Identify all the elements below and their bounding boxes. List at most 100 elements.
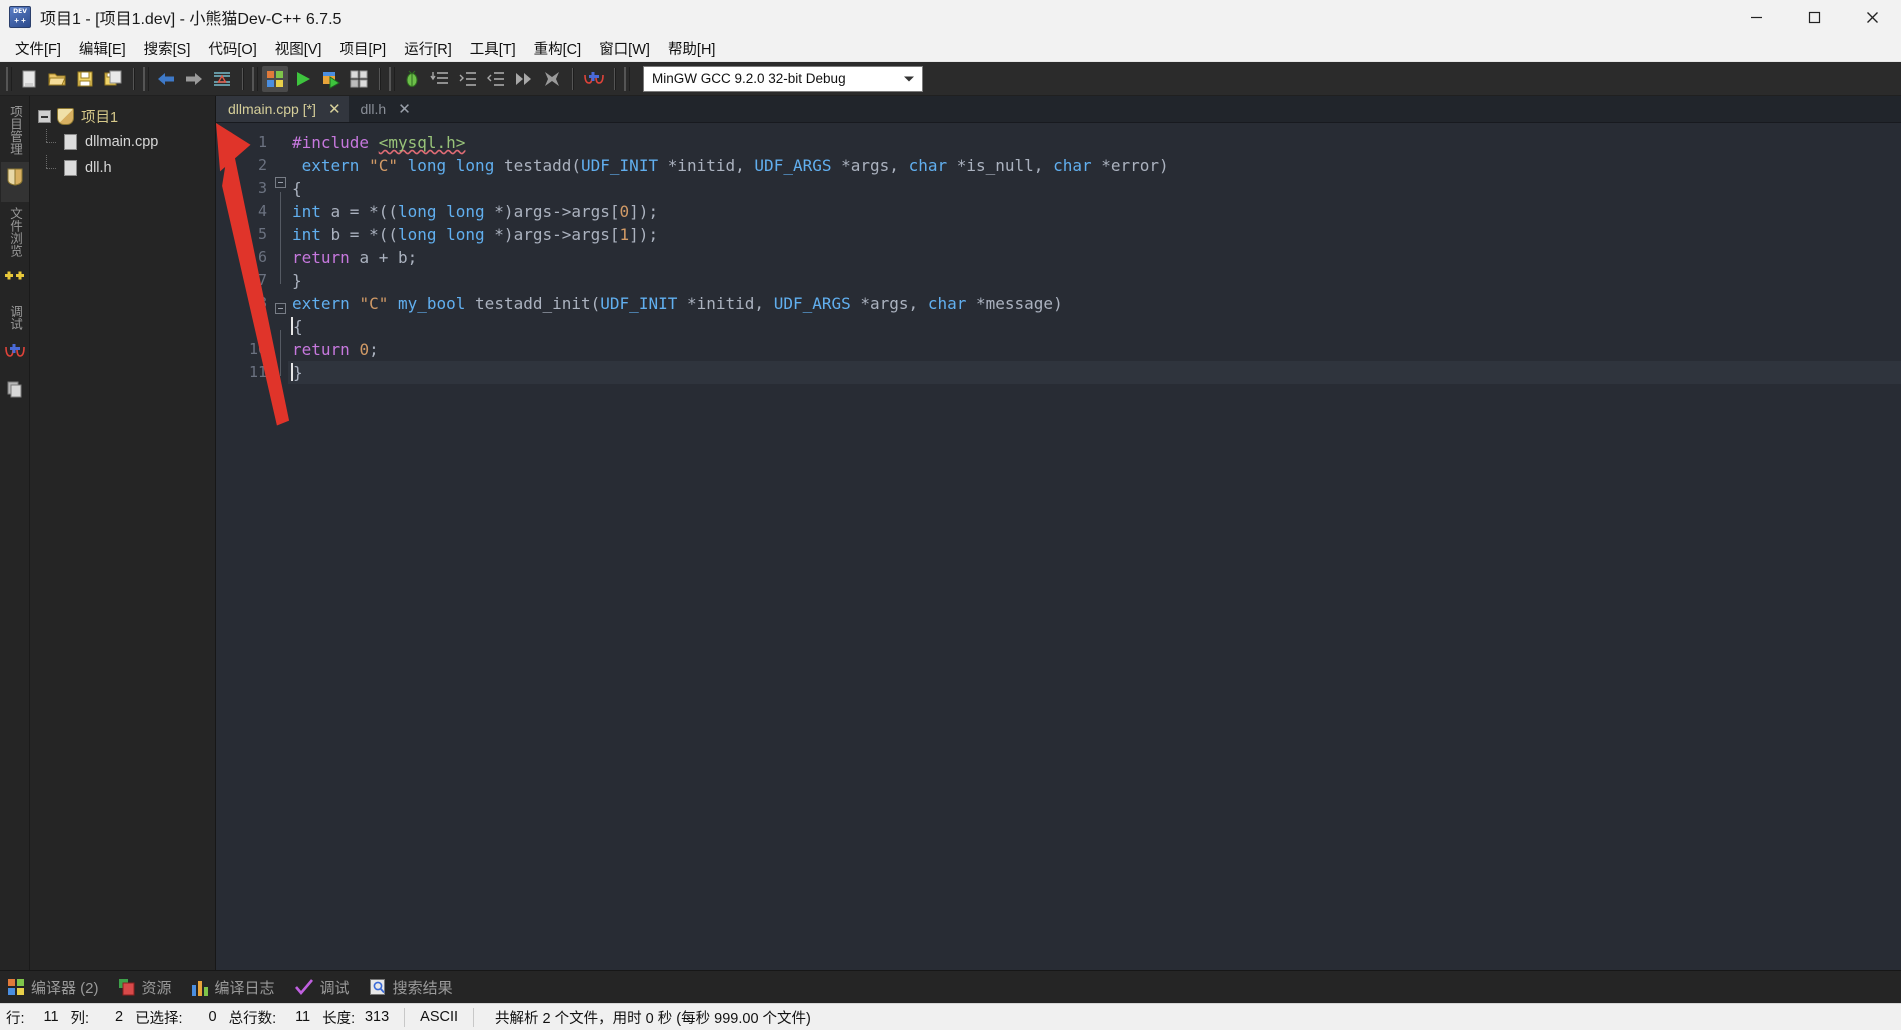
bottom-tab-debug-label: 调试 <box>319 979 350 997</box>
close-icon[interactable]: ✕ <box>328 102 341 117</box>
file-icon <box>64 160 77 176</box>
step-over-button[interactable] <box>427 66 453 92</box>
toolbar-handle-3[interactable] <box>252 66 258 91</box>
line-number: 2 <box>257 156 267 174</box>
compile-log-icon <box>191 979 209 996</box>
menu-help[interactable]: 帮助[H] <box>659 35 725 62</box>
menu-code[interactable]: 代码[O] <box>199 35 265 62</box>
toolbar-handle-2[interactable] <box>143 66 149 91</box>
code-line[interactable]: } <box>288 361 1901 384</box>
line-number: 1 <box>257 133 267 151</box>
vtab-debug[interactable]: 调试 <box>1 300 29 337</box>
code-line[interactable]: int b = *((long long *)args->args[1]); <box>288 223 1901 246</box>
maximize-button[interactable] <box>1785 0 1843 35</box>
continue-fastforward-button[interactable] <box>511 66 537 92</box>
code-line[interactable]: { <box>288 177 1901 200</box>
code-line[interactable]: extern "C" my_bool testadd_init(UDF_INIT… <box>288 292 1901 315</box>
main-body: 项目管理 文件浏览 调试 项目1 dllmain.cpp dll.h dllma… <box>0 96 1901 970</box>
code-line[interactable]: extern "C" long long testadd(UDF_INIT *i… <box>288 154 1901 177</box>
vtab-scratch[interactable] <box>1 375 29 413</box>
menu-view[interactable]: 视图[V] <box>266 35 331 62</box>
fold-toggle-icon[interactable] <box>274 303 286 314</box>
title-bar: 项目1 - [项目1.dev] - 小熊猫Dev-C++ 6.7.5 <box>0 0 1901 35</box>
code-editor[interactable]: 1 2 3 4 5 6 7 8 9 10 11 #include <mysql.h> extern … <box>216 123 1901 970</box>
bottom-tab-resources[interactable]: 资源 <box>118 977 172 998</box>
find-replace-button[interactable] <box>209 66 235 92</box>
save-all-button[interactable] <box>100 66 126 92</box>
status-col-value: 2 <box>114 1009 124 1025</box>
compile-run-button[interactable] <box>318 66 344 92</box>
open-folder-button[interactable] <box>44 66 70 92</box>
menu-search[interactable]: 搜索[S] <box>135 35 200 62</box>
step-out-button[interactable] <box>483 66 509 92</box>
tree-node-dll-h[interactable]: dll.h <box>30 155 215 181</box>
code-line[interactable]: } <box>288 269 1901 292</box>
collapse-icon[interactable] <box>38 109 51 123</box>
status-row-label: 行: <box>6 1010 25 1027</box>
toolbar-separator-1 <box>133 67 135 90</box>
close-icon[interactable]: ✕ <box>398 102 411 117</box>
project-icon <box>5 167 25 192</box>
menu-refactor[interactable]: 重构[C] <box>525 35 591 62</box>
code-text[interactable]: #include <mysql.h> extern "C" long long … <box>288 123 1901 970</box>
minimize-button[interactable] <box>1727 0 1785 35</box>
code-line[interactable]: return 0; <box>288 338 1901 361</box>
code-line[interactable]: #include <mysql.h> <box>288 131 1901 154</box>
tree-node-dllmain-cpp[interactable]: dllmain.cpp <box>30 129 215 155</box>
breakpoint-marker-icon[interactable] <box>220 131 234 144</box>
code-line[interactable]: { <box>288 315 1901 338</box>
compile-button[interactable] <box>262 65 288 92</box>
menu-edit[interactable]: 编辑[E] <box>70 35 135 62</box>
code-token: *initid, <box>667 156 755 175</box>
status-row-value: 11 <box>43 1009 59 1025</box>
menu-window[interactable]: 窗口[W] <box>590 35 659 62</box>
code-token: } <box>292 271 302 290</box>
bottom-tab-compiler-label: 编译器 (2) <box>31 979 99 997</box>
toolbar-separator-5 <box>614 67 616 90</box>
fold-guide-line <box>280 192 281 284</box>
forward-button[interactable] <box>181 66 207 92</box>
toolbar-handle-5[interactable] <box>624 66 630 91</box>
status-divider <box>404 1007 406 1027</box>
run-play-button[interactable] <box>290 66 316 92</box>
vtab-files[interactable]: 文件浏览 <box>1 202 29 264</box>
fold-toggle-icon[interactable] <box>274 177 286 188</box>
code-line[interactable]: int a = *((long long *)args->args[0]); <box>288 200 1901 223</box>
status-length-label: 长度: <box>322 1010 356 1027</box>
menu-file[interactable]: 文件[F] <box>6 35 70 62</box>
status-message: 共解析 2 个文件，用时 0 秒 (每秒 999.00 个文件) <box>495 1010 811 1027</box>
new-file-button[interactable] <box>16 66 42 92</box>
editor-tab-dllmain-cpp[interactable]: dllmain.cpp [*] ✕ <box>216 96 349 122</box>
menu-project[interactable]: 项目[P] <box>330 35 395 62</box>
bottom-tab-compiler[interactable]: 编译器 (2) <box>8 977 99 998</box>
save-button[interactable] <box>72 66 98 92</box>
code-token: *)args->args[ <box>494 225 620 244</box>
bottom-tab-compile-log[interactable]: 编译日志 <box>191 977 275 998</box>
editor-tab-dllmain-cpp-label: dllmain.cpp [*] <box>228 101 316 117</box>
toolbar-handle-4[interactable] <box>389 66 395 91</box>
code-line[interactable]: return a + b; <box>288 246 1901 269</box>
bottom-tab-search-results[interactable]: 搜索结果 <box>369 977 453 998</box>
vtab-project[interactable] <box>0 162 29 202</box>
breakpoint-gutter[interactable] <box>216 123 238 970</box>
vtab-classes[interactable] <box>1 264 29 300</box>
tree-node-project[interactable]: 项目1 <box>30 103 215 129</box>
vtab-project-label-top[interactable]: 项目管理 <box>1 100 29 162</box>
editor-tab-dll-h[interactable]: dll.h ✕ <box>349 96 419 122</box>
toolbar-handle-1[interactable] <box>6 66 12 91</box>
vtab-bookmarks[interactable] <box>1 337 29 375</box>
rebuild-button[interactable] <box>346 66 372 92</box>
code-fold-gutter[interactable] <box>272 123 288 970</box>
step-into-button[interactable] <box>455 66 481 92</box>
glasses-watch-button[interactable] <box>581 66 607 92</box>
line-number: 4 <box>257 202 267 220</box>
menu-tools[interactable]: 工具[T] <box>461 35 525 62</box>
stop-execution-button[interactable] <box>539 66 565 92</box>
back-button[interactable] <box>153 66 179 92</box>
debug-bug-button[interactable] <box>399 66 425 92</box>
compiler-set-select[interactable]: MinGW GCC 9.2.0 32-bit Debug <box>643 65 923 92</box>
close-button[interactable] <box>1843 0 1901 35</box>
bottom-tab-debug[interactable]: 调试 <box>294 977 350 998</box>
menu-run[interactable]: 运行[R] <box>395 35 461 62</box>
